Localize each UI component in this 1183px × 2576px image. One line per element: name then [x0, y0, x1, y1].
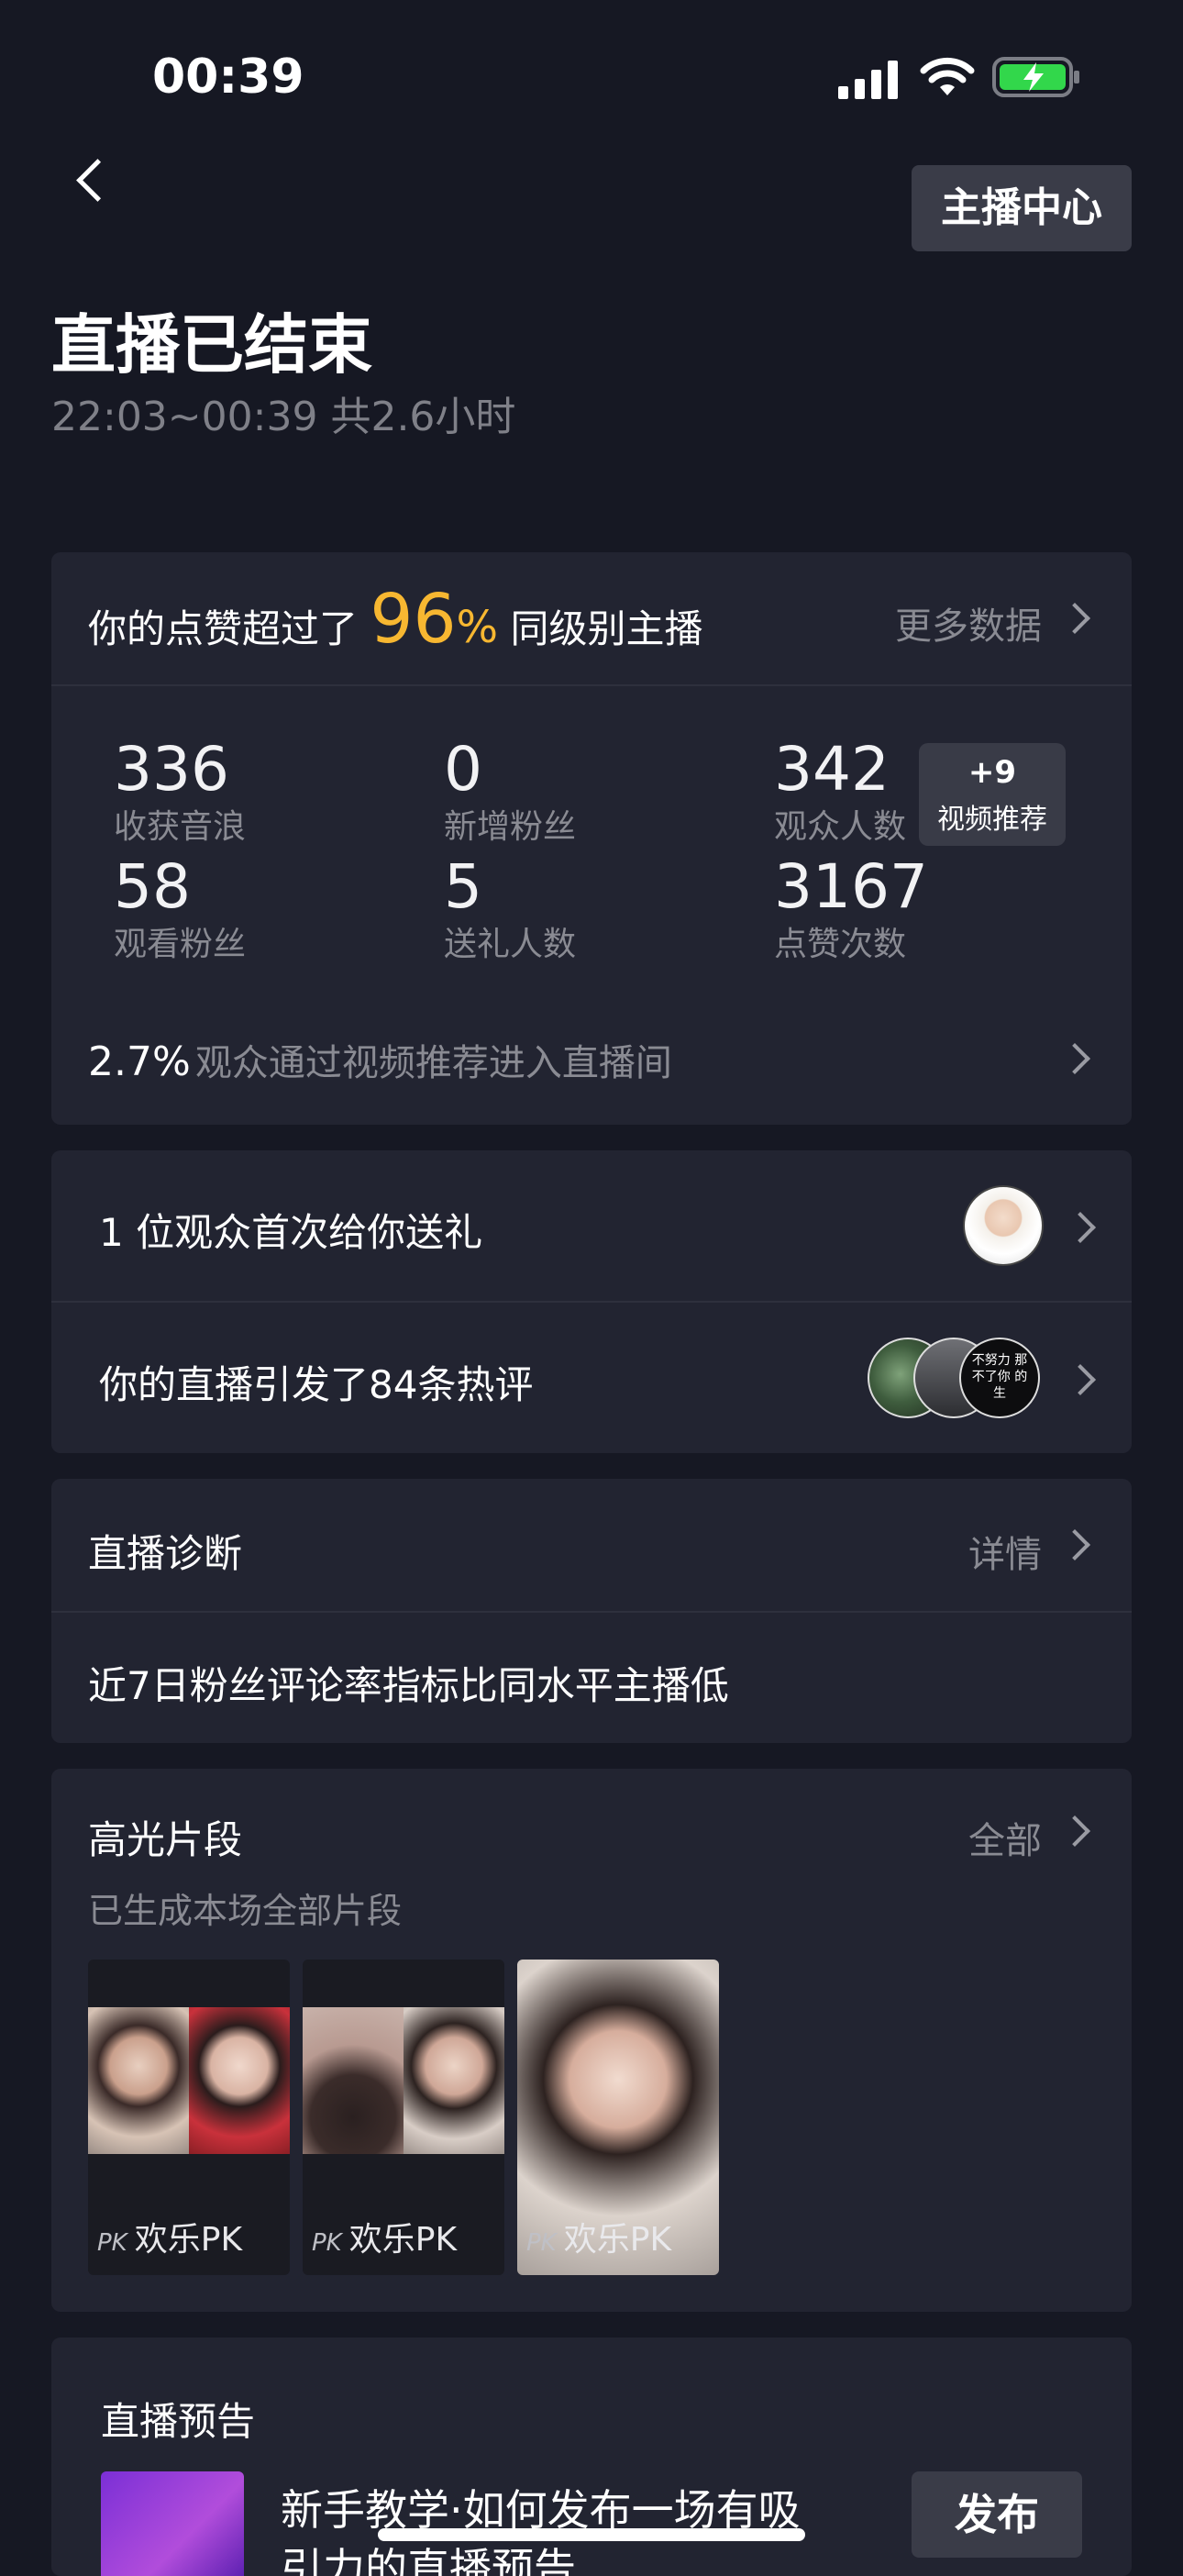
hot-comments-text: 你的直播引发了84条热评	[99, 1362, 534, 1407]
diagnosis-title: 直播诊断	[88, 1531, 243, 1576]
gifter-avatar	[963, 1185, 1044, 1266]
highlights-title: 高光片段	[88, 1817, 243, 1862]
diagnosis-divider	[51, 1611, 1132, 1613]
likes-suffix: 同级别主播	[510, 606, 703, 651]
hot-comments-chevron-icon	[1065, 1364, 1096, 1395]
stat-value-likes: 3167	[774, 851, 928, 922]
diagnosis-detail-link[interactable]: 详情	[968, 1525, 1042, 1578]
first-gift-row[interactable]: 1 位观众首次给你送礼	[51, 1150, 1132, 1301]
highlight-clip[interactable]: PK 欢乐PK	[517, 1960, 719, 2275]
home-indicator	[378, 2528, 805, 2541]
highlights-chevron-icon	[1059, 1815, 1090, 1847]
commenter-avatar-3-caption: 不努力 那不了你 的生	[971, 1353, 1028, 1401]
diagnosis-card: 直播诊断 详情 近7日粉丝评论率指标比同水平主播低	[51, 1479, 1132, 1743]
highlight-clip[interactable]: PK 欢乐PK	[303, 1960, 504, 2275]
recommend-footer-percent: 2.7%	[88, 1038, 191, 1085]
recommend-count: +9	[967, 754, 1017, 791]
stat-label-sound-waves: 收获音浪	[114, 808, 247, 846]
back-button[interactable]	[64, 149, 119, 213]
signal-icon	[838, 61, 898, 99]
highlights-card: 高光片段 全部 已生成本场全部片段 PK 欢乐PK PK 欢乐PK PK 欢乐PK	[51, 1769, 1132, 2312]
stat-value-viewers: 342	[774, 734, 890, 805]
more-data-chevron-icon	[1059, 603, 1090, 634]
stat-label-likes: 点赞次数	[774, 926, 907, 963]
recommend-chevron-icon	[1059, 1043, 1090, 1074]
status-bar: 00:39	[0, 0, 1183, 138]
stat-value-new-fans: 0	[444, 734, 482, 805]
pk-icon: PK	[97, 2229, 127, 2257]
page-title: 直播已结束	[51, 307, 372, 383]
clip-label: PK 欢乐PK	[97, 2213, 242, 2260]
clip-frame-right	[404, 2007, 504, 2154]
highlight-clip[interactable]: PK 欢乐PK	[88, 1960, 290, 2275]
pk-icon: PK	[312, 2229, 342, 2257]
first-gift-chevron-icon	[1065, 1212, 1096, 1243]
recommend-footer-label: 观众通过视频推荐进入直播间	[194, 1042, 672, 1084]
tutorial-line-2: 引力的直播预告	[281, 2544, 576, 2576]
live-time-range: 22:03~00:39 共2.6小时	[51, 394, 516, 440]
status-time: 00:39	[152, 50, 304, 105]
likes-compare-row[interactable]: 你的点赞超过了 96% 同级别主播 更多数据	[51, 552, 1132, 684]
clip-label: PK 欢乐PK	[312, 2213, 457, 2260]
publish-button[interactable]: 发布	[912, 2471, 1082, 2558]
stat-label-viewers: 观众人数	[774, 808, 907, 846]
stat-label-new-fans: 新增粉丝	[444, 808, 577, 846]
diagnosis-message: 近7日粉丝评论率指标比同水平主播低	[88, 1663, 729, 1708]
pk-icon: PK	[526, 2229, 557, 2257]
more-data-link[interactable]: 更多数据	[895, 596, 1042, 650]
clip-frame-left	[88, 2007, 189, 2154]
likes-prefix: 你的点赞超过了	[88, 606, 359, 651]
video-recommend-row[interactable]: 2.7% 观众通过视频推荐进入直播间	[51, 1011, 1132, 1121]
likes-compare-text: 你的点赞超过了 96% 同级别主播	[88, 580, 703, 659]
stat-value-sound-waves: 336	[114, 734, 229, 805]
diagnosis-chevron-icon	[1059, 1529, 1090, 1560]
audience-card: 1 位观众首次给你送礼 你的直播引发了84条热评 不努力 那不了你 的生	[51, 1150, 1132, 1453]
stat-value-watching-fans: 58	[114, 851, 191, 922]
stat-label-watching-fans: 观看粉丝	[114, 926, 247, 963]
diagnosis-header[interactable]: 直播诊断 详情	[51, 1479, 1132, 1611]
clip-label-text: 欢乐PK	[348, 2221, 458, 2259]
clip-label-text: 欢乐PK	[134, 2221, 243, 2259]
highlights-all-link[interactable]: 全部	[968, 1811, 1042, 1864]
battery-icon	[992, 57, 1079, 97]
first-gift-text: 1 位观众首次给你送礼	[99, 1210, 483, 1255]
tutorial-thumbnail[interactable]	[101, 2471, 244, 2576]
anchor-center-label: 主播中心	[941, 184, 1102, 231]
likes-percent-sign: %	[456, 602, 499, 653]
recommend-label: 视频推荐	[937, 804, 1047, 836]
stats-card: 你的点赞超过了 96% 同级别主播 更多数据 336 收获音浪 0 新增粉丝 3…	[51, 552, 1132, 1125]
hot-comments-row[interactable]: 你的直播引发了84条热评 不努力 那不了你 的生	[51, 1303, 1132, 1453]
clip-label: PK 欢乐PK	[526, 2213, 671, 2260]
stat-value-gifters: 5	[444, 851, 482, 922]
preview-title: 直播预告	[101, 2399, 256, 2444]
recommend-footer-text: 2.7% 观众通过视频推荐进入直播间	[88, 1033, 672, 1086]
stat-label-gifters: 送礼人数	[444, 926, 577, 963]
clip-frame-right	[189, 2007, 290, 2154]
anchor-center-button[interactable]: 主播中心	[912, 165, 1132, 251]
stats-divider	[51, 684, 1132, 686]
wifi-icon	[920, 57, 975, 95]
clip-frame-left	[303, 2007, 404, 2154]
commenter-avatar-3: 不努力 那不了你 的生	[959, 1338, 1040, 1418]
likes-percent: 96	[370, 580, 457, 659]
back-chevron-icon	[76, 159, 119, 202]
clip-label-text: 欢乐PK	[563, 2221, 672, 2259]
video-recommend-badge[interactable]: +9 视频推荐	[919, 743, 1066, 846]
highlights-subtitle: 已生成本场全部片段	[88, 1891, 403, 1931]
publish-label: 发布	[955, 2490, 1039, 2539]
